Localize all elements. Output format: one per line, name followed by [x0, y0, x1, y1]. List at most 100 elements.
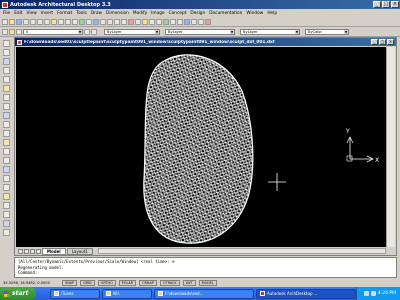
paste-icon[interactable]: [51, 18, 57, 25]
drawing-restore-button[interactable]: □: [379, 39, 386, 45]
taskbar-item-w-drive[interactable]: W:\: [102, 288, 152, 299]
tool-icon[interactable]: [163, 18, 169, 25]
volume-icon[interactable]: [370, 291, 376, 296]
erase-icon[interactable]: [3, 175, 10, 182]
spline-icon[interactable]: [3, 103, 10, 110]
new-icon[interactable]: [2, 18, 8, 25]
tool-icon[interactable]: [170, 18, 176, 25]
layer-previous-icon[interactable]: [91, 28, 97, 35]
bulb-icon[interactable]: [9, 28, 15, 35]
menu-file[interactable]: File: [3, 11, 10, 16]
zoom-realtime-icon[interactable]: [107, 18, 113, 25]
polyline-icon[interactable]: [3, 58, 10, 65]
polygon-icon[interactable]: [3, 67, 10, 74]
zoom-previous-icon[interactable]: [121, 18, 127, 25]
taskbar-item-itunes[interactable]: iTunes: [50, 288, 100, 299]
menu-concept[interactable]: Concept: [169, 11, 187, 16]
save-icon[interactable]: [16, 18, 22, 25]
make-current-icon[interactable]: [84, 28, 90, 35]
menu-draw[interactable]: Draw: [91, 11, 102, 16]
menu-modify[interactable]: Modify: [133, 11, 147, 16]
ortho-toggle[interactable]: ORTHO: [97, 280, 116, 286]
grid-toggle[interactable]: GRID: [80, 280, 95, 286]
horizontal-scrollbar[interactable]: [97, 248, 386, 254]
sun-icon[interactable]: [16, 28, 22, 35]
osnap-toggle[interactable]: OSNAP: [139, 280, 157, 286]
close-button[interactable]: ×: [391, 1, 399, 8]
menu-documentation[interactable]: Documentation: [209, 11, 242, 16]
command-window[interactable]: [All/Center/Dynamic/Extents/Previous/Sca…: [14, 257, 397, 278]
menu-design[interactable]: Design: [190, 11, 205, 16]
make-block-icon[interactable]: [3, 130, 10, 137]
start-button[interactable]: start: [0, 287, 36, 300]
menu-help[interactable]: Help: [267, 11, 277, 16]
polar-toggle[interactable]: POLAR: [118, 280, 137, 286]
model-space-canvas[interactable]: Y X: [16, 47, 386, 247]
tool-icon[interactable]: [205, 18, 211, 25]
circle-icon[interactable]: [3, 94, 10, 101]
hyperlink-icon[interactable]: [79, 18, 85, 25]
redo-icon[interactable]: [72, 18, 78, 25]
tool-icon[interactable]: [191, 18, 197, 25]
move-icon[interactable]: [3, 220, 10, 227]
menu-dimension[interactable]: Dimension: [106, 11, 129, 16]
pan-icon[interactable]: [100, 18, 106, 25]
lineweight-dropdown[interactable]: ByLayer ▼: [240, 28, 300, 35]
taskbar-item-autodesk[interactable]: Autodesk ArchDesktop ...: [256, 288, 356, 299]
vertical-scrollbar[interactable]: [386, 47, 395, 247]
menu-insert[interactable]: Insert: [41, 11, 53, 16]
lwt-toggle[interactable]: LWT: [182, 280, 196, 286]
rectangle-icon[interactable]: [3, 76, 10, 83]
color-dropdown[interactable]: ByLayer ▼: [104, 28, 160, 35]
drawing-title-bar[interactable]: F:\downloads\sed01\sculptlepaint\sculpty…: [15, 38, 396, 46]
layer-dropdown[interactable]: 0 ▼: [23, 28, 83, 35]
zoom-window-icon[interactable]: [114, 18, 120, 25]
cut-icon[interactable]: [37, 18, 43, 25]
design-center-icon[interactable]: [135, 18, 141, 25]
drawing-icon[interactable]: [17, 39, 22, 45]
ellipse-icon[interactable]: [3, 112, 10, 119]
tab-layout1[interactable]: Layout1: [66, 247, 93, 255]
linetype-dropdown[interactable]: ByLayer ▼: [165, 28, 235, 35]
drawing-minimize-button[interactable]: _: [371, 39, 378, 45]
tab-first-icon[interactable]: [18, 248, 23, 254]
command-prompt[interactable]: Command:: [18, 270, 393, 276]
drawing-close-button[interactable]: ×: [387, 39, 394, 45]
properties-icon[interactable]: [128, 18, 134, 25]
tab-model[interactable]: Model: [42, 247, 66, 255]
tab-last-icon[interactable]: [36, 248, 41, 254]
copy-icon[interactable]: [44, 18, 50, 25]
insert-block-icon[interactable]: [3, 121, 10, 128]
construction-line-icon[interactable]: [3, 49, 10, 56]
clock[interactable]: 4:24 PM: [378, 291, 396, 296]
offset-icon[interactable]: [3, 202, 10, 209]
hatch-icon[interactable]: [3, 148, 10, 155]
otrack-toggle[interactable]: OTRACK: [159, 280, 180, 286]
copy-object-icon[interactable]: [3, 184, 10, 191]
tab-next-icon[interactable]: [30, 248, 35, 254]
tracking-icon[interactable]: [86, 18, 92, 25]
tool-icon[interactable]: [177, 18, 183, 25]
tool-icon[interactable]: [156, 18, 162, 25]
preview-icon[interactable]: [30, 18, 36, 25]
rotate-icon[interactable]: [3, 229, 10, 236]
model-toggle[interactable]: MODEL: [198, 280, 217, 286]
line-icon[interactable]: [3, 40, 10, 47]
open-icon[interactable]: [9, 18, 15, 25]
ucs-icon[interactable]: [93, 18, 99, 25]
menu-format[interactable]: Format: [57, 11, 72, 16]
plotstyle-dropdown[interactable]: ByColor ▼: [305, 28, 349, 35]
mtext-icon[interactable]: [3, 166, 10, 173]
minimize-button[interactable]: _: [373, 1, 381, 8]
snap-toggle[interactable]: SNAP: [62, 280, 78, 286]
taskbar-item-downloads[interactable]: F:\downloads\sed...: [154, 288, 254, 299]
arc-icon[interactable]: [3, 85, 10, 92]
autocad-app-icon[interactable]: [2, 1, 8, 8]
point-icon[interactable]: [3, 139, 10, 146]
wireframe-sculpture[interactable]: [143, 54, 254, 244]
network-icon[interactable]: [363, 291, 369, 296]
tool-icon[interactable]: [198, 18, 204, 25]
maximize-button[interactable]: □: [382, 1, 390, 8]
menu-image[interactable]: Image: [151, 11, 164, 16]
match-properties-icon[interactable]: [58, 18, 64, 25]
